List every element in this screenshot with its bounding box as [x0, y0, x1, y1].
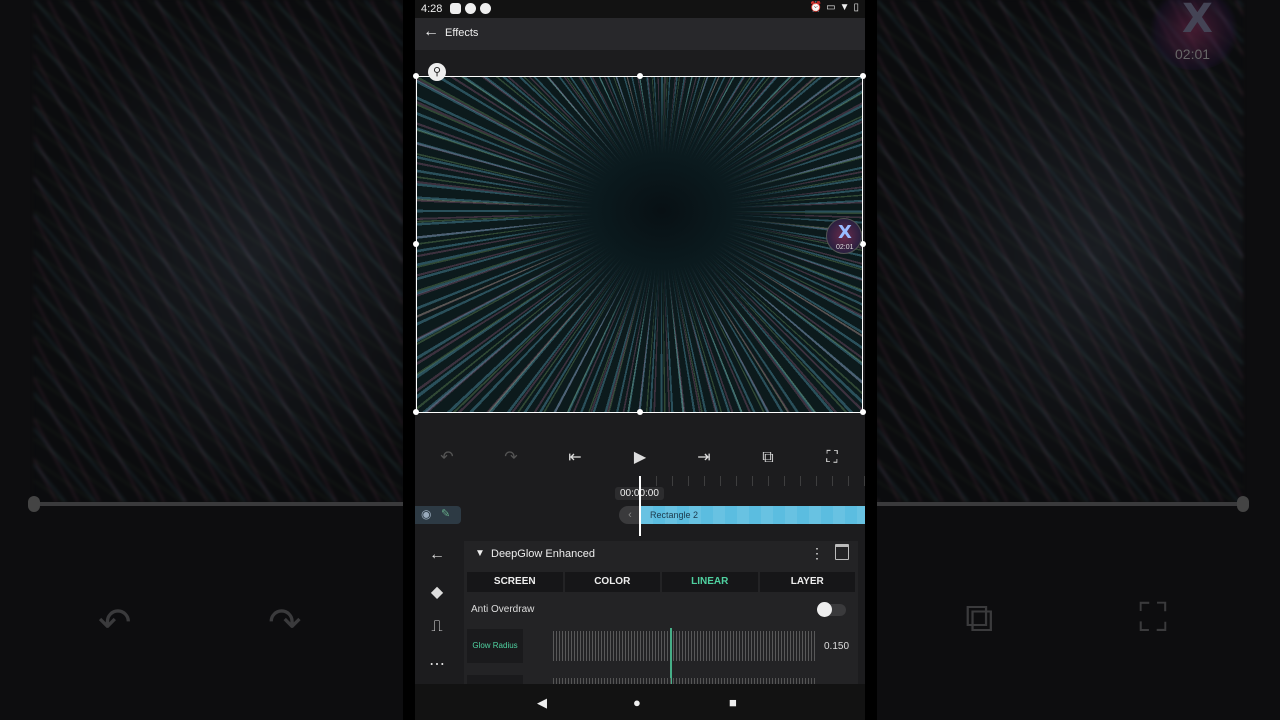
resize-handle-bottom-left[interactable] [413, 409, 419, 415]
resize-handle-top-left[interactable] [413, 73, 419, 79]
clip-handle[interactable]: ‹ [619, 506, 641, 524]
back-arrow-icon[interactable]: ← [423, 23, 439, 41]
undo-icon[interactable]: ↶ [437, 448, 457, 468]
jump-to-start-icon[interactable]: ⇤ [565, 448, 585, 468]
blurred-background-right: X 02:01 ⧉ ⛶ [877, 0, 1280, 720]
resize-handle-bottom[interactable] [637, 409, 643, 415]
pin-icon[interactable]: ✎ [441, 507, 450, 520]
glow-radius-slider[interactable] [553, 628, 815, 684]
ghost-fullscreen-icon: ⛶ [1139, 596, 1167, 640]
anti-overdraw-toggle[interactable] [817, 602, 846, 617]
ghost-undo-icon: ↶ [98, 601, 132, 645]
youtube-icon [450, 3, 461, 14]
alarm-icon: ⏰ [809, 2, 823, 13]
app-icon [480, 3, 491, 14]
glow-radius-value[interactable]: 0.150 [824, 641, 849, 652]
nav-back-icon[interactable]: ◀ [537, 695, 547, 711]
resize-handle-left[interactable] [413, 241, 419, 247]
video-preview[interactable] [416, 76, 863, 413]
timeline-ruler[interactable] [640, 476, 865, 486]
blend-tabs: SCREEN COLOR LINEAR LAYER [467, 572, 855, 592]
battery-icon: ▯ [853, 2, 859, 13]
anti-overdraw-label: Anti Overdraw [471, 604, 535, 615]
tab-screen[interactable]: SCREEN [467, 572, 563, 592]
phone-screen: 4:28 ⏰ ▭ ▼ ▯ ← Effects ⚲ X 02:01 ↶ ↷ ⇤ ▶… [413, 0, 866, 720]
knob-right [1237, 496, 1249, 512]
app-icon [465, 3, 476, 14]
glow-radius-label[interactable]: Glow Radius [467, 629, 523, 663]
clip-rectangle-2[interactable]: Rectangle 2 [641, 506, 865, 524]
timeline[interactable]: 00:00:00 ◉ ✎ ‹ Rectangle 2 [415, 476, 865, 536]
effect-name: DeepGlow Enhanced [491, 548, 595, 560]
cast-icon: ▭ [826, 2, 836, 13]
track-controls: ◉ ✎ [415, 506, 461, 524]
resize-handle-bottom-right[interactable] [860, 409, 866, 415]
play-icon[interactable]: ▶ [630, 448, 650, 468]
nav-bar: ◀ ● ■ [415, 684, 865, 720]
wifi-icon: ▼ [839, 2, 850, 13]
glow-radius-slider-marker[interactable] [670, 628, 672, 684]
ghost-duplicate-icon: ⧉ [965, 596, 994, 640]
blurred-video-right [877, 0, 1243, 502]
knob-left [28, 496, 40, 512]
system-icons: ⏰ ▭ ▼ ▯ [810, 2, 859, 13]
effect-header: ▼ DeepGlow Enhanced ⋮ [464, 541, 858, 567]
blurred-video-left [34, 0, 403, 502]
divider-left [34, 502, 403, 506]
panel-back-arrow-icon[interactable]: ← [427, 546, 447, 564]
watermark-badge: X 02:01 [826, 218, 862, 254]
more-vertical-icon[interactable]: ⋮ [810, 545, 824, 562]
notification-icons [450, 3, 491, 14]
zoom-icon[interactable]: ⚲ [428, 63, 446, 81]
duplicate-icon[interactable]: ⧉ [758, 448, 778, 468]
curve-icon[interactable]: ⎍ [427, 618, 447, 636]
nav-home-icon[interactable]: ● [633, 695, 641, 710]
effect-card: ▼ DeepGlow Enhanced ⋮ SCREEN COLOR LINEA… [464, 541, 858, 684]
blurred-background-left: ↶ ↷ [0, 0, 403, 720]
nav-recents-icon[interactable]: ■ [729, 695, 737, 710]
trash-icon[interactable] [835, 544, 849, 560]
next-param-label[interactable] [467, 675, 523, 684]
page-title: Effects [445, 27, 479, 39]
app-bar: ← Effects [415, 18, 865, 50]
collapse-triangle-icon[interactable]: ▼ [475, 548, 485, 559]
playhead[interactable] [639, 476, 641, 536]
preview-area: ⚲ X 02:01 [413, 50, 866, 440]
tab-color[interactable]: COLOR [564, 572, 660, 592]
tab-layer[interactable]: LAYER [759, 572, 855, 592]
jump-to-end-icon[interactable]: ⇥ [694, 448, 714, 468]
tab-linear[interactable]: LINEAR [662, 572, 758, 592]
fullscreen-icon[interactable]: ⛶ [822, 448, 842, 468]
redo-icon[interactable]: ↷ [501, 448, 521, 468]
keyframe-icon[interactable]: ◆ [427, 582, 447, 602]
resize-handle-top-right[interactable] [860, 73, 866, 79]
effect-panel: ← ◆ ⎍ ⋯ ▼ DeepGlow Enhanced ⋮ SCREEN COL… [415, 536, 865, 684]
resize-handle-top[interactable] [637, 73, 643, 79]
status-time: 4:28 [421, 3, 443, 15]
status-bar: 4:28 ⏰ ▭ ▼ ▯ [415, 0, 865, 18]
editor-toolbar: ↶ ↷ ⇤ ▶ ⇥ ⧉ ⛶ [415, 440, 865, 476]
divider-right [877, 502, 1243, 506]
ghost-redo-icon: ↷ [268, 601, 302, 645]
eye-icon[interactable]: ◉ [421, 507, 431, 521]
panel-sidebar: ← ◆ ⎍ ⋯ [415, 536, 459, 684]
more-horizontal-icon[interactable]: ⋯ [427, 654, 447, 674]
